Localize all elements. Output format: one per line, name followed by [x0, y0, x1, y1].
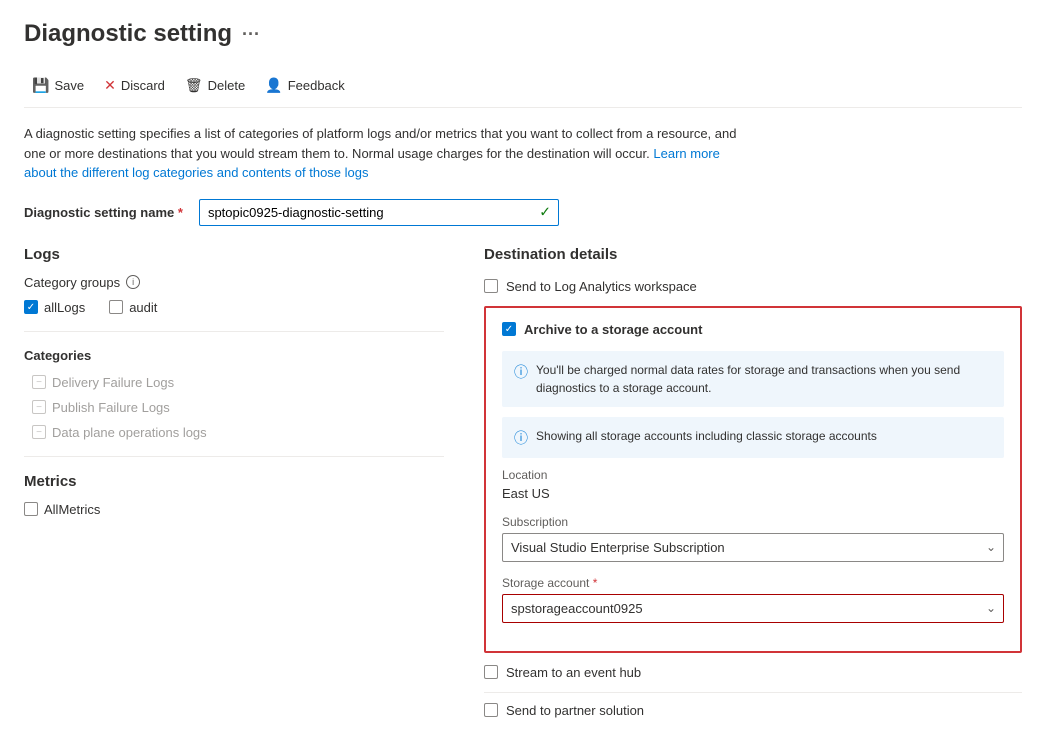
- delivery-failure-label: Delivery Failure Logs: [52, 375, 174, 390]
- description-text: A diagnostic setting specifies a list of…: [24, 124, 744, 183]
- categories-section: Categories Delivery Failure Logs Publish…: [24, 348, 444, 440]
- info-icon-2: ⓘ: [514, 428, 528, 448]
- data-plane-ops-label: Data plane operations logs: [52, 425, 207, 440]
- info-icon-1: ⓘ: [514, 362, 528, 382]
- categories-label: Categories: [24, 348, 444, 363]
- delivery-failure-logs-item: Delivery Failure Logs: [32, 375, 444, 390]
- storage-charge-text: You'll be charged normal data rates for …: [536, 361, 992, 397]
- storage-charge-banner: ⓘ You'll be charged normal data rates fo…: [502, 351, 1004, 407]
- page-title-bar: Diagnostic setting ···: [24, 20, 1022, 48]
- location-value: East US: [502, 486, 1004, 501]
- feedback-icon: 👤: [265, 77, 282, 94]
- event-hub-option: Stream to an event hub: [484, 665, 1022, 680]
- partner-solution-checkbox[interactable]: [484, 703, 498, 717]
- allLogs-label: allLogs: [44, 300, 85, 315]
- log-analytics-checkbox[interactable]: [484, 279, 498, 293]
- save-button[interactable]: 💾 Save: [24, 72, 92, 99]
- subscription-select-wrapper: Visual Studio Enterprise Subscription ⌄: [502, 533, 1004, 562]
- allMetrics-label: AllMetrics: [44, 502, 100, 517]
- partner-solution-label: Send to partner solution: [506, 703, 644, 718]
- event-hub-label: Stream to an event hub: [506, 665, 641, 680]
- logs-section-title: Logs: [24, 246, 444, 263]
- page-title: Diagnostic setting: [24, 20, 232, 48]
- metrics-divider: [24, 456, 444, 457]
- archive-box: Archive to a storage account ⓘ You'll be…: [484, 306, 1022, 653]
- storage-account-label: Storage account *: [502, 576, 1004, 590]
- required-marker: *: [178, 205, 183, 220]
- data-plane-ops-item: Data plane operations logs: [32, 425, 444, 440]
- toolbar: 💾 Save ✕ Discard 🗑 Delete 👤 Feedback: [24, 64, 1022, 108]
- location-label: Location: [502, 468, 1004, 482]
- metrics-section: Metrics AllMetrics: [24, 473, 444, 517]
- audit-checkbox-item[interactable]: audit: [109, 300, 157, 315]
- category-groups-label: Category groups i: [24, 275, 444, 290]
- audit-label: audit: [129, 300, 157, 315]
- right-panel: Destination details Send to Log Analytic…: [484, 246, 1022, 730]
- subscription-field: Subscription Visual Studio Enterprise Su…: [502, 515, 1004, 562]
- storage-account-field: Storage account * spstorageaccount0925 ⌄: [502, 576, 1004, 623]
- allMetrics-checkbox[interactable]: [24, 502, 38, 516]
- log-analytics-option: Send to Log Analytics workspace: [484, 279, 1022, 294]
- category-groups: Category groups i allLogs audit: [24, 275, 444, 315]
- storage-accounts-text: Showing all storage accounts including c…: [536, 427, 877, 445]
- page-title-dots: ···: [242, 24, 260, 45]
- left-panel: Logs Category groups i allLogs audit: [24, 246, 444, 730]
- discard-button[interactable]: ✕ Discard: [96, 72, 173, 99]
- delete-button[interactable]: 🗑 Delete: [177, 72, 253, 99]
- archive-header: Archive to a storage account: [502, 322, 1004, 337]
- publish-failure-checkbox[interactable]: [32, 400, 46, 414]
- delete-icon: 🗑: [185, 77, 203, 94]
- data-plane-ops-checkbox[interactable]: [32, 425, 46, 439]
- allLogs-checkbox[interactable]: [24, 300, 38, 314]
- setting-name-input-wrapper: ✓: [199, 199, 559, 226]
- discard-icon: ✕: [104, 77, 116, 94]
- metrics-section-title: Metrics: [24, 473, 444, 490]
- feedback-button[interactable]: 👤 Feedback: [257, 72, 353, 99]
- input-valid-icon: ✓: [539, 204, 551, 221]
- setting-name-input[interactable]: [199, 199, 559, 226]
- setting-name-label: Diagnostic setting name *: [24, 205, 183, 220]
- archive-checkbox[interactable]: [502, 322, 516, 336]
- audit-checkbox[interactable]: [109, 300, 123, 314]
- publish-failure-label: Publish Failure Logs: [52, 400, 170, 415]
- category-groups-info-icon[interactable]: i: [126, 275, 140, 289]
- page-container: Diagnostic setting ··· 💾 Save ✕ Discard …: [0, 0, 1046, 750]
- allMetrics-checkbox-item[interactable]: AllMetrics: [24, 502, 444, 517]
- bottom-divider: [484, 692, 1022, 693]
- delivery-failure-checkbox[interactable]: [32, 375, 46, 389]
- publish-failure-logs-item: Publish Failure Logs: [32, 400, 444, 415]
- setting-name-row: Diagnostic setting name * ✓: [24, 199, 1022, 226]
- event-hub-checkbox[interactable]: [484, 665, 498, 679]
- storage-required-marker: *: [593, 576, 598, 590]
- allLogs-checkbox-item[interactable]: allLogs: [24, 300, 85, 315]
- subscription-select[interactable]: Visual Studio Enterprise Subscription: [502, 533, 1004, 562]
- storage-accounts-banner: ⓘ Showing all storage accounts including…: [502, 417, 1004, 458]
- save-icon: 💾: [32, 77, 49, 94]
- partner-solution-option: Send to partner solution: [484, 703, 1022, 718]
- subscription-label: Subscription: [502, 515, 1004, 529]
- logs-divider-1: [24, 331, 444, 332]
- log-analytics-label: Send to Log Analytics workspace: [506, 279, 697, 294]
- category-groups-checkboxes: allLogs audit: [24, 300, 444, 315]
- location-field: Location East US: [502, 468, 1004, 501]
- destination-title: Destination details: [484, 246, 1022, 263]
- storage-account-select-wrapper: spstorageaccount0925 ⌄: [502, 594, 1004, 623]
- storage-account-select[interactable]: spstorageaccount0925: [502, 594, 1004, 623]
- main-layout: Logs Category groups i allLogs audit: [24, 246, 1022, 730]
- archive-label: Archive to a storage account: [524, 322, 702, 337]
